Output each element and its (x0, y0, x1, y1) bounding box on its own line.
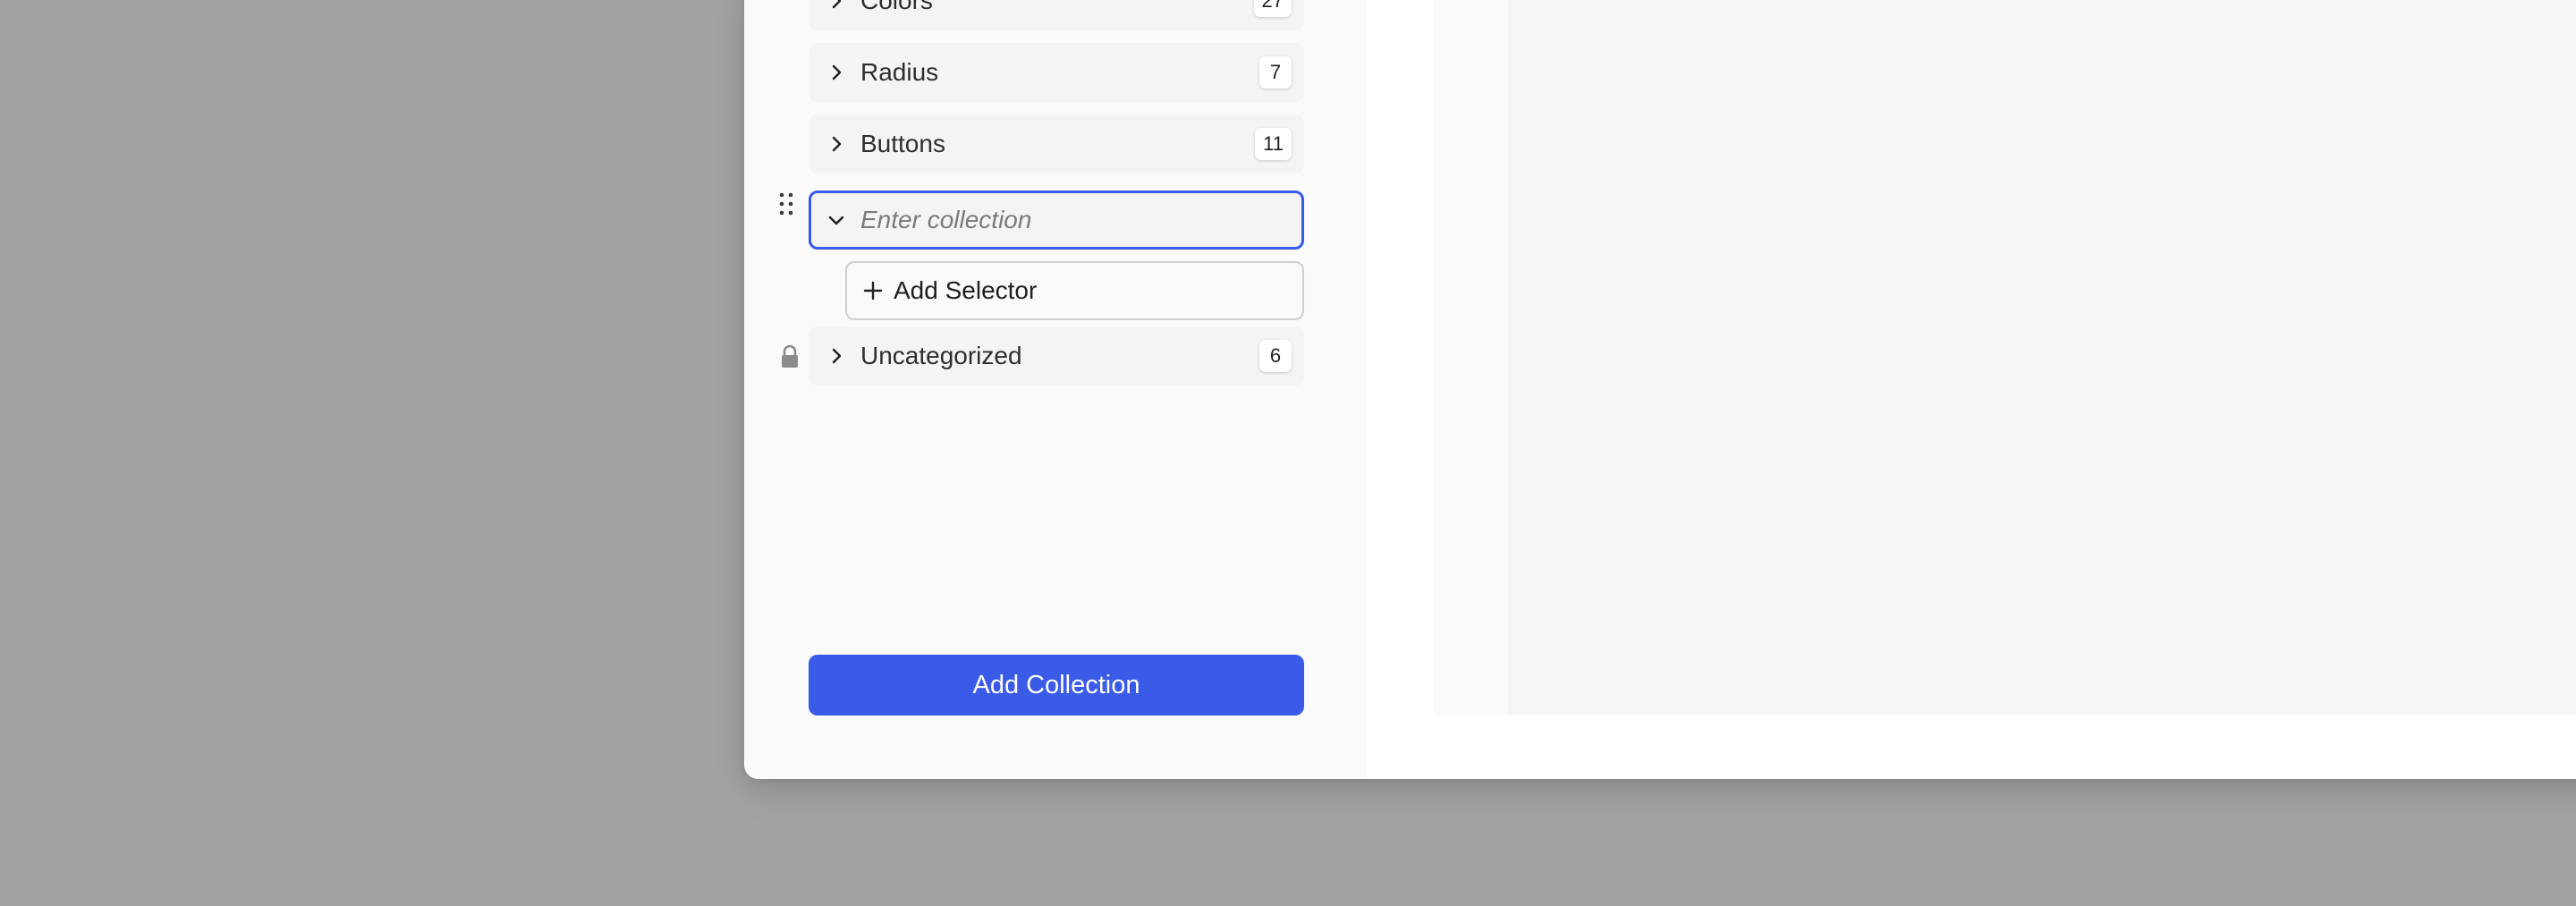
content-area (1508, 0, 2576, 715)
collection-name: Colors (860, 0, 933, 14)
lock-icon (782, 344, 798, 368)
add-collection-button[interactable]: Add Collection (809, 655, 1304, 715)
collection-count-badge: 6 (1259, 340, 1292, 372)
collection-row-buttons[interactable]: Buttons 11 (809, 114, 1304, 174)
chevron-right-icon (832, 0, 842, 9)
collection-name: Uncategorized (860, 342, 1022, 369)
chevron-right-icon (832, 136, 842, 152)
collections-sidebar: Colors 27 Radius 7 Buttons 11 Enter coll… (744, 0, 1367, 779)
chevron-down-icon[interactable] (826, 210, 846, 230)
collection-count-badge: 7 (1259, 56, 1292, 89)
chevron-right-icon (832, 64, 842, 80)
chevron-right-icon (832, 348, 842, 364)
plus-icon (863, 281, 883, 301)
new-collection-row[interactable] (809, 191, 1304, 250)
collection-row-radius[interactable]: Radius 7 (809, 43, 1304, 102)
collection-name: Radius (860, 58, 939, 86)
collection-row-colors[interactable]: Colors 27 (809, 0, 1304, 30)
collection-count-badge: 27 (1253, 0, 1292, 17)
collection-count-badge: 11 (1255, 128, 1292, 160)
collection-name-input[interactable] (860, 193, 1272, 247)
collection-row-uncategorized[interactable]: Uncategorized 6 (809, 326, 1304, 385)
collections-modal: Colors 27 Radius 7 Buttons 11 Enter coll… (744, 0, 2576, 779)
content-panel (1433, 0, 2576, 715)
collection-name: Buttons (860, 130, 945, 157)
add-selector-button[interactable]: Add Selector (845, 261, 1304, 320)
drag-handle-icon[interactable] (778, 191, 794, 217)
add-selector-label: Add Selector (894, 276, 1038, 304)
